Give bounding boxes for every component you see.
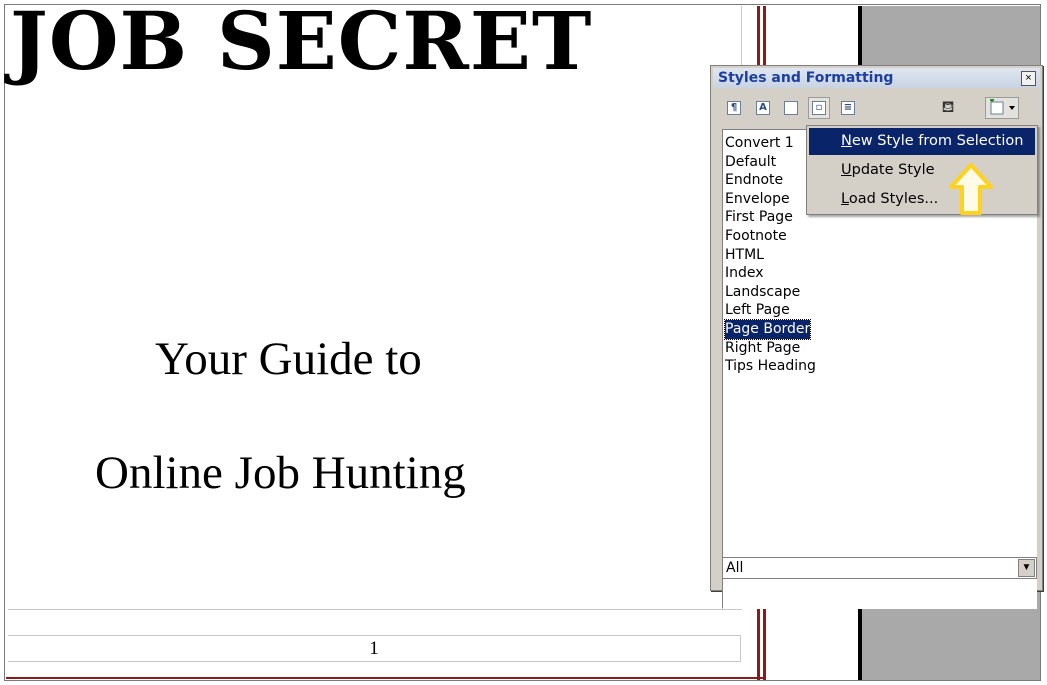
page-border-bottom [6,677,766,679]
menu-item-mnemonic: N [841,133,852,149]
style-list-items: Convert 1 Default Endnote Envelope First… [723,134,816,376]
text-boundary-bottom [8,609,741,610]
menu-item-label: ew Style from Selection [851,133,1024,149]
document-subtitle-line-1: Your Guide to [155,333,422,385]
paint-bucket-icon: ⛾ [941,99,955,116]
character-styles-icon: A [756,101,770,115]
frame-styles-icon [784,101,798,115]
page-footer[interactable]: 1 [8,635,741,662]
new-style-dropdown-menu: New Style from Selection Update Style Lo… [806,125,1038,215]
fill-format-mode-button[interactable]: ⛾ [937,97,959,119]
annotation-arrow-up-icon [949,163,993,215]
panel-titlebar[interactable]: Styles and Formatting × [713,68,1040,88]
menu-item-new-style-from-selection[interactable]: New Style from Selection [809,128,1035,155]
style-list-item[interactable]: Right Page [725,339,816,358]
menu-item-mnemonic: U [841,162,852,178]
menu-item-label: pdate Style [851,162,935,178]
style-filter-dropdown[interactable]: All ▼ [722,557,1037,579]
panel-title: Styles and Formatting [718,70,894,86]
list-styles-button[interactable]: ≡ [837,97,859,119]
style-list-item[interactable]: HTML [725,246,816,265]
menu-item-load-styles[interactable]: Load Styles... [809,186,1035,213]
menu-item-label: oad Styles... [848,191,939,207]
style-list-item[interactable]: Footnote [725,227,816,246]
document-subtitle-line-2: Online Job Hunting [95,447,466,499]
style-list-item-selected[interactable]: Page Border [723,318,812,340]
paragraph-styles-icon: ¶ [727,101,741,115]
paragraph-styles-button[interactable]: ¶ [723,97,745,119]
style-list-item[interactable]: Left Page [725,301,816,320]
menu-item-mnemonic: L [841,191,849,207]
menu-item-update-style[interactable]: Update Style [809,157,1035,184]
style-list-item[interactable]: Landscape [725,283,816,302]
style-list-item[interactable]: Endnote [725,171,816,190]
page-styles-button[interactable]: ▫ [808,97,830,119]
frame-styles-button[interactable] [780,97,802,119]
character-styles-button[interactable]: A [752,97,774,119]
style-list-item[interactable]: Default [725,153,816,172]
style-list-item[interactable]: First Page [725,208,816,227]
style-list-item[interactable]: Envelope [725,190,816,209]
style-filter-value: All [726,560,744,576]
page-styles-icon: ▫ [812,101,826,115]
style-list-item[interactable]: Convert 1 [725,134,816,153]
style-list-item[interactable]: Index [725,264,816,283]
styles-toolbar: ¶ A ▫ ≡ ⛾ [719,97,1039,123]
close-icon[interactable]: × [1021,71,1036,86]
document-title: JOB SECRET [10,0,593,88]
new-style-icon [990,99,1015,115]
style-list-item[interactable]: Tips Heading [725,357,816,376]
list-styles-icon: ≡ [841,101,855,115]
new-style-from-selection-button[interactable] [985,97,1019,119]
chevron-down-icon[interactable]: ▼ [1018,559,1035,577]
page-number: 1 [369,638,379,659]
